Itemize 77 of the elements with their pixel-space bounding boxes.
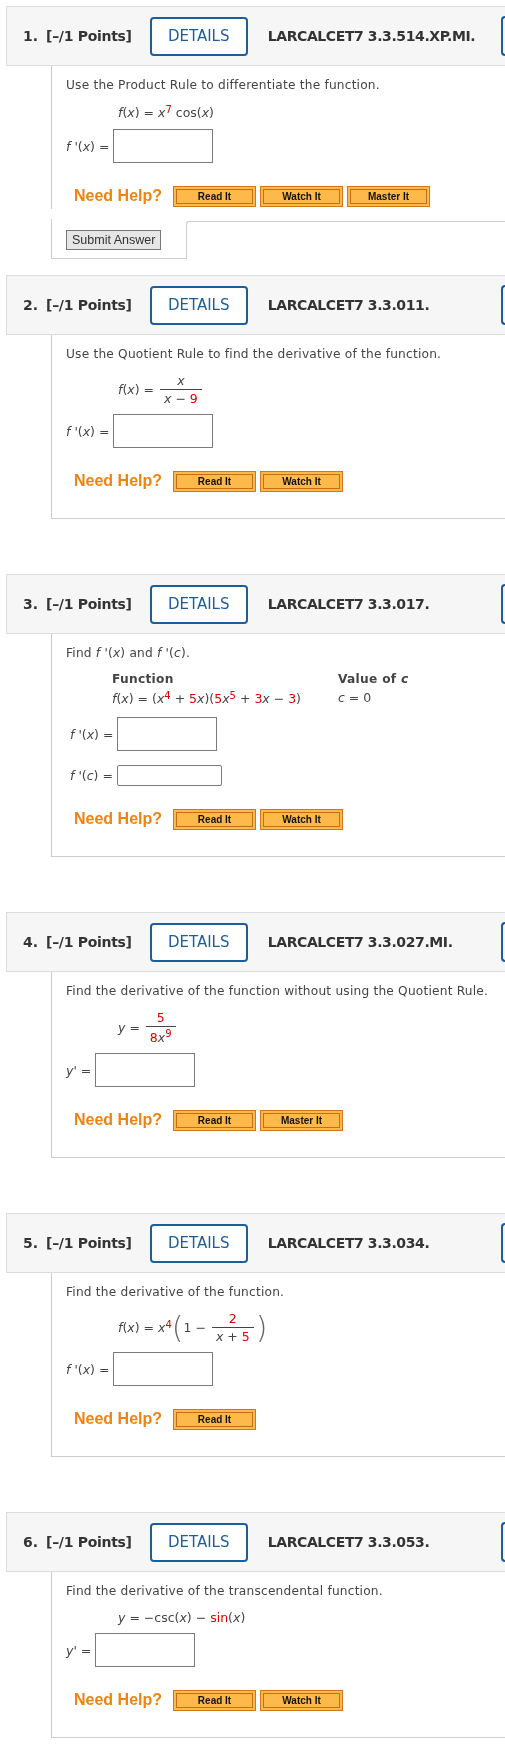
question-prompt: Find the derivative of the transcendental function. [66, 1584, 384, 1599]
question-code: LARCALCET7 3.3.011. [267, 297, 430, 314]
details-button[interactable]: DETAILS [149, 922, 248, 962]
points-label: [–/1 Points] [46, 1534, 132, 1551]
need-help-label: Need Help? [74, 1410, 162, 1429]
question-prompt: Find the derivative of the function without using the Quotient Rule. [66, 984, 490, 999]
column-heading: Value of c [338, 672, 410, 687]
points-label: [–/1 Points] [46, 596, 132, 613]
header-button[interactable] [501, 1522, 505, 1563]
question-number: 5. [23, 1235, 39, 1252]
details-button[interactable]: DETAILS [149, 584, 248, 624]
help-button[interactable]: Read It [173, 1408, 256, 1430]
help-button[interactable]: Read It [173, 808, 256, 830]
question-number: 1. [23, 28, 39, 44]
answer-field[interactable] [113, 129, 214, 164]
details-button[interactable]: DETAILS [149, 16, 248, 56]
help-button[interactable]: Read It [173, 1689, 256, 1711]
details-button[interactable]: DETAILS [149, 1223, 248, 1263]
need-help-label: Need Help? [74, 1691, 162, 1710]
answer-field[interactable] [95, 1633, 196, 1668]
question-prompt: Find f '(x) and f '(c). [66, 646, 192, 661]
need-help-label: Need Help? [74, 810, 162, 829]
c-value: c = 0 [338, 690, 373, 708]
equation: y = 5 8x$^{9}$ [118, 1010, 178, 1046]
question-prompt: Find the derivative of the function. [66, 1285, 286, 1300]
help-button[interactable]: Watch It [260, 808, 343, 830]
header-button[interactable] [501, 922, 505, 963]
points-label: [–/1 Points] [46, 297, 132, 314]
need-help-label: Need Help? [74, 472, 162, 491]
answer-label: f '(c) = [70, 768, 113, 784]
question-code: LARCALCET7 3.3.053. [267, 1534, 430, 1551]
points-label: [–/1 Points] [46, 1235, 132, 1252]
question-number: 6. [23, 1534, 39, 1551]
equation: y = −csc(x) − sin(x) [118, 1610, 246, 1626]
header-button[interactable] [501, 1223, 505, 1264]
help-button[interactable]: Watch It [260, 470, 343, 492]
need-help-label: Need Help? [74, 187, 162, 206]
answer-label: f '(x) = [66, 1361, 110, 1377]
details-button[interactable]: DETAILS [149, 1522, 248, 1562]
question-number: 4. [23, 934, 39, 951]
answer-label: y' = [66, 1642, 92, 1658]
points-label: [–/1 Points] [46, 28, 132, 44]
equation: f(x) = x x − 9 [118, 373, 204, 407]
help-button[interactable]: Watch It [260, 185, 343, 207]
header-button[interactable] [501, 16, 505, 56]
answer-field[interactable] [116, 765, 222, 787]
points-label: [–/1 Points] [46, 934, 132, 951]
answer-field[interactable] [117, 717, 218, 752]
answer-label: f '(x) = [70, 726, 114, 742]
submit-answer-button[interactable]: Submit Answer [66, 230, 162, 251]
help-button[interactable]: Read It [173, 1109, 256, 1131]
question-code: LARCALCET7 3.3.017. [267, 596, 430, 613]
question-number: 3. [23, 596, 39, 613]
question-prompt: Use the Quotient Rule to find the derivative of the function. [66, 347, 443, 362]
need-help-label: Need Help? [74, 1111, 162, 1130]
question-number: 2. [23, 297, 39, 314]
header-button[interactable] [501, 584, 505, 625]
answer-field[interactable] [113, 1352, 214, 1387]
details-button[interactable]: DETAILS [149, 285, 248, 325]
answer-field[interactable] [95, 1053, 196, 1088]
question-prompt: Use the Product Rule to differentiate the function. [66, 78, 381, 92]
question-code: LARCALCET7 3.3.034. [267, 1235, 430, 1252]
answer-label: y' = [66, 1062, 92, 1078]
equation: f(x) = (x$^{4}$ + 5x)(5x$^{5}$ + 3x − 3) [112, 690, 302, 708]
header-button[interactable] [501, 285, 505, 326]
question-code: LARCALCET7 3.3.514.XP.MI. [267, 28, 476, 44]
help-button[interactable]: Master It [347, 185, 430, 207]
help-button[interactable]: Read It [173, 185, 256, 207]
answer-label: f '(x) = [66, 423, 110, 439]
help-button[interactable]: Read It [173, 470, 256, 492]
answer-field[interactable] [113, 414, 214, 449]
help-button[interactable]: Master It [260, 1109, 343, 1131]
help-button[interactable]: Watch It [260, 1689, 343, 1711]
answer-label: f '(x) = [66, 138, 110, 154]
question-code: LARCALCET7 3.3.027.MI. [267, 934, 453, 951]
equation: f(x) = x$^{7}$ cos(x) [118, 104, 214, 122]
column-heading: Function [112, 672, 175, 687]
